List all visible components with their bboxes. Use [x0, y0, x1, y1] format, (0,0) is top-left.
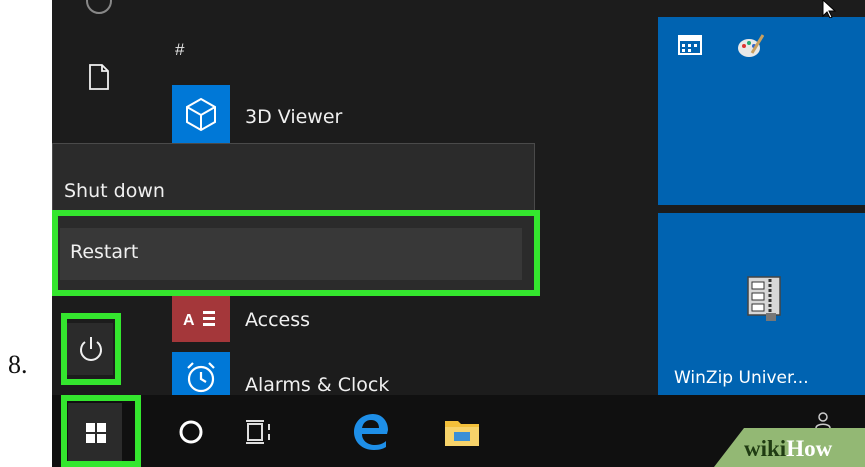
windows-start-menu-screen: # 3D Viewer Shut down Restart A Access A…	[52, 0, 865, 467]
paint-icon	[738, 34, 764, 57]
wikihow-watermark: wikiHow	[744, 436, 832, 462]
restart-highlight-box	[52, 210, 540, 296]
app-label-3d-viewer: 3D Viewer	[245, 106, 343, 128]
task-view-icon[interactable]	[245, 418, 275, 446]
alarm-clock-icon	[187, 362, 215, 393]
edge-icon[interactable]	[352, 414, 390, 450]
live-tiles-area: WinZip Univer...	[658, 0, 865, 395]
cube-icon	[186, 97, 216, 132]
app-tile-3d-viewer	[172, 85, 230, 143]
tile-label-winzip: WinZip Univer...	[674, 368, 809, 388]
power-button-highlight-box	[61, 313, 121, 385]
winzip-icon	[747, 276, 781, 321]
app-tile-access: A	[172, 296, 230, 342]
access-glyph: A	[183, 312, 195, 329]
access-icon: A	[183, 311, 215, 329]
step-number: 8.	[8, 350, 28, 379]
app-tile-alarms-clock	[172, 352, 230, 395]
people-icon[interactable]	[814, 412, 832, 428]
section-header-hash[interactable]: #	[175, 40, 184, 60]
start-button-highlight-box	[61, 395, 141, 467]
wikihow-how: How	[786, 436, 833, 461]
user-avatar-partial[interactable]	[86, 0, 112, 14]
document-icon[interactable]	[88, 64, 110, 90]
cortana-icon[interactable]	[177, 418, 205, 446]
shut-down-option[interactable]: Shut down	[64, 180, 165, 202]
app-label-alarms-clock: Alarms & Clock	[245, 374, 390, 396]
calendar-icon	[678, 35, 702, 55]
cursor-icon	[822, 0, 837, 18]
wikihow-wiki: wiki	[744, 436, 787, 461]
app-label-access: Access	[245, 309, 311, 331]
file-explorer-icon[interactable]	[444, 416, 480, 448]
